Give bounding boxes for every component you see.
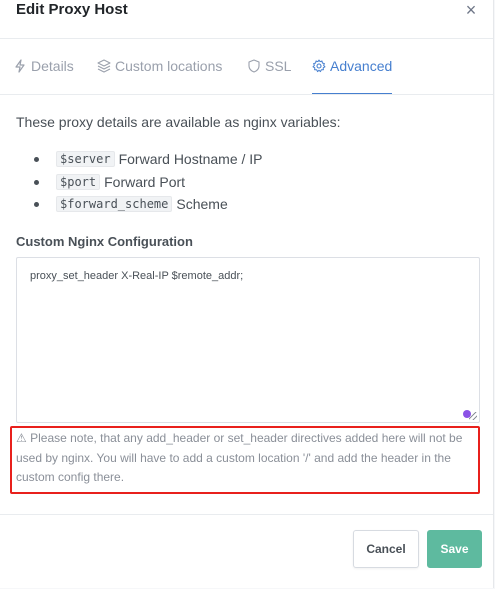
note-text: Please note, that any add_header or set_… <box>16 431 463 484</box>
list-item: $server Forward Hostname / IP <box>34 148 263 171</box>
tab-custom-locations[interactable]: Custom locations <box>97 38 222 94</box>
dialog-footer <box>0 514 493 589</box>
variable-description: Forward Hostname / IP <box>118 151 263 168</box>
list-item: $forward_scheme Scheme <box>34 193 263 216</box>
dialog-header: Edit Proxy Host × <box>0 0 493 39</box>
tab-advanced[interactable]: Advanced <box>312 38 393 94</box>
grammar-extension-icon[interactable] <box>463 410 471 418</box>
tab-ssl[interactable]: SSL <box>247 38 291 94</box>
warning-icon: ⚠ <box>16 431 27 445</box>
close-icon[interactable]: × <box>462 0 480 20</box>
save-button[interactable]: Save <box>427 530 482 568</box>
shield-icon <box>248 59 260 73</box>
tab-details[interactable]: Details <box>13 38 74 94</box>
header-directive-note: ⚠ Please note, that any add_header or se… <box>16 429 478 488</box>
nginx-variables-intro: These proxy details are available as ngi… <box>16 114 341 130</box>
variable-description: Forward Port <box>104 173 186 190</box>
config-text: proxy_set_header X-Real-IP $remote_addr; <box>30 270 244 282</box>
custom-nginx-config-label: Custom Nginx Configuration <box>16 234 193 249</box>
gear-icon <box>312 59 326 72</box>
list-item: $port Forward Port <box>34 171 263 194</box>
tab-bar: Details Custom locations SSL Advanced <box>0 38 493 95</box>
variable-code: $forward_scheme <box>56 196 173 213</box>
custom-nginx-config-textarea[interactable]: proxy_set_header X-Real-IP $remote_addr; <box>16 257 480 423</box>
variable-code: $port <box>56 173 101 190</box>
tab-label: Advanced <box>330 57 393 74</box>
layers-icon <box>97 59 111 73</box>
variable-code: $server <box>56 151 115 168</box>
edit-proxy-host-dialog: Edit Proxy Host × Details Custom locatio… <box>0 0 494 588</box>
dialog-title: Edit Proxy Host <box>16 1 128 18</box>
cancel-button[interactable]: Cancel <box>353 530 419 568</box>
nginx-variables-list: $server Forward Hostname / IP $port Forw… <box>34 148 263 216</box>
tab-label: Details <box>31 58 74 74</box>
bolt-icon <box>15 59 25 73</box>
tab-label: Custom locations <box>115 58 223 74</box>
tab-label: SSL <box>265 58 292 74</box>
variable-description: Scheme <box>176 196 228 213</box>
